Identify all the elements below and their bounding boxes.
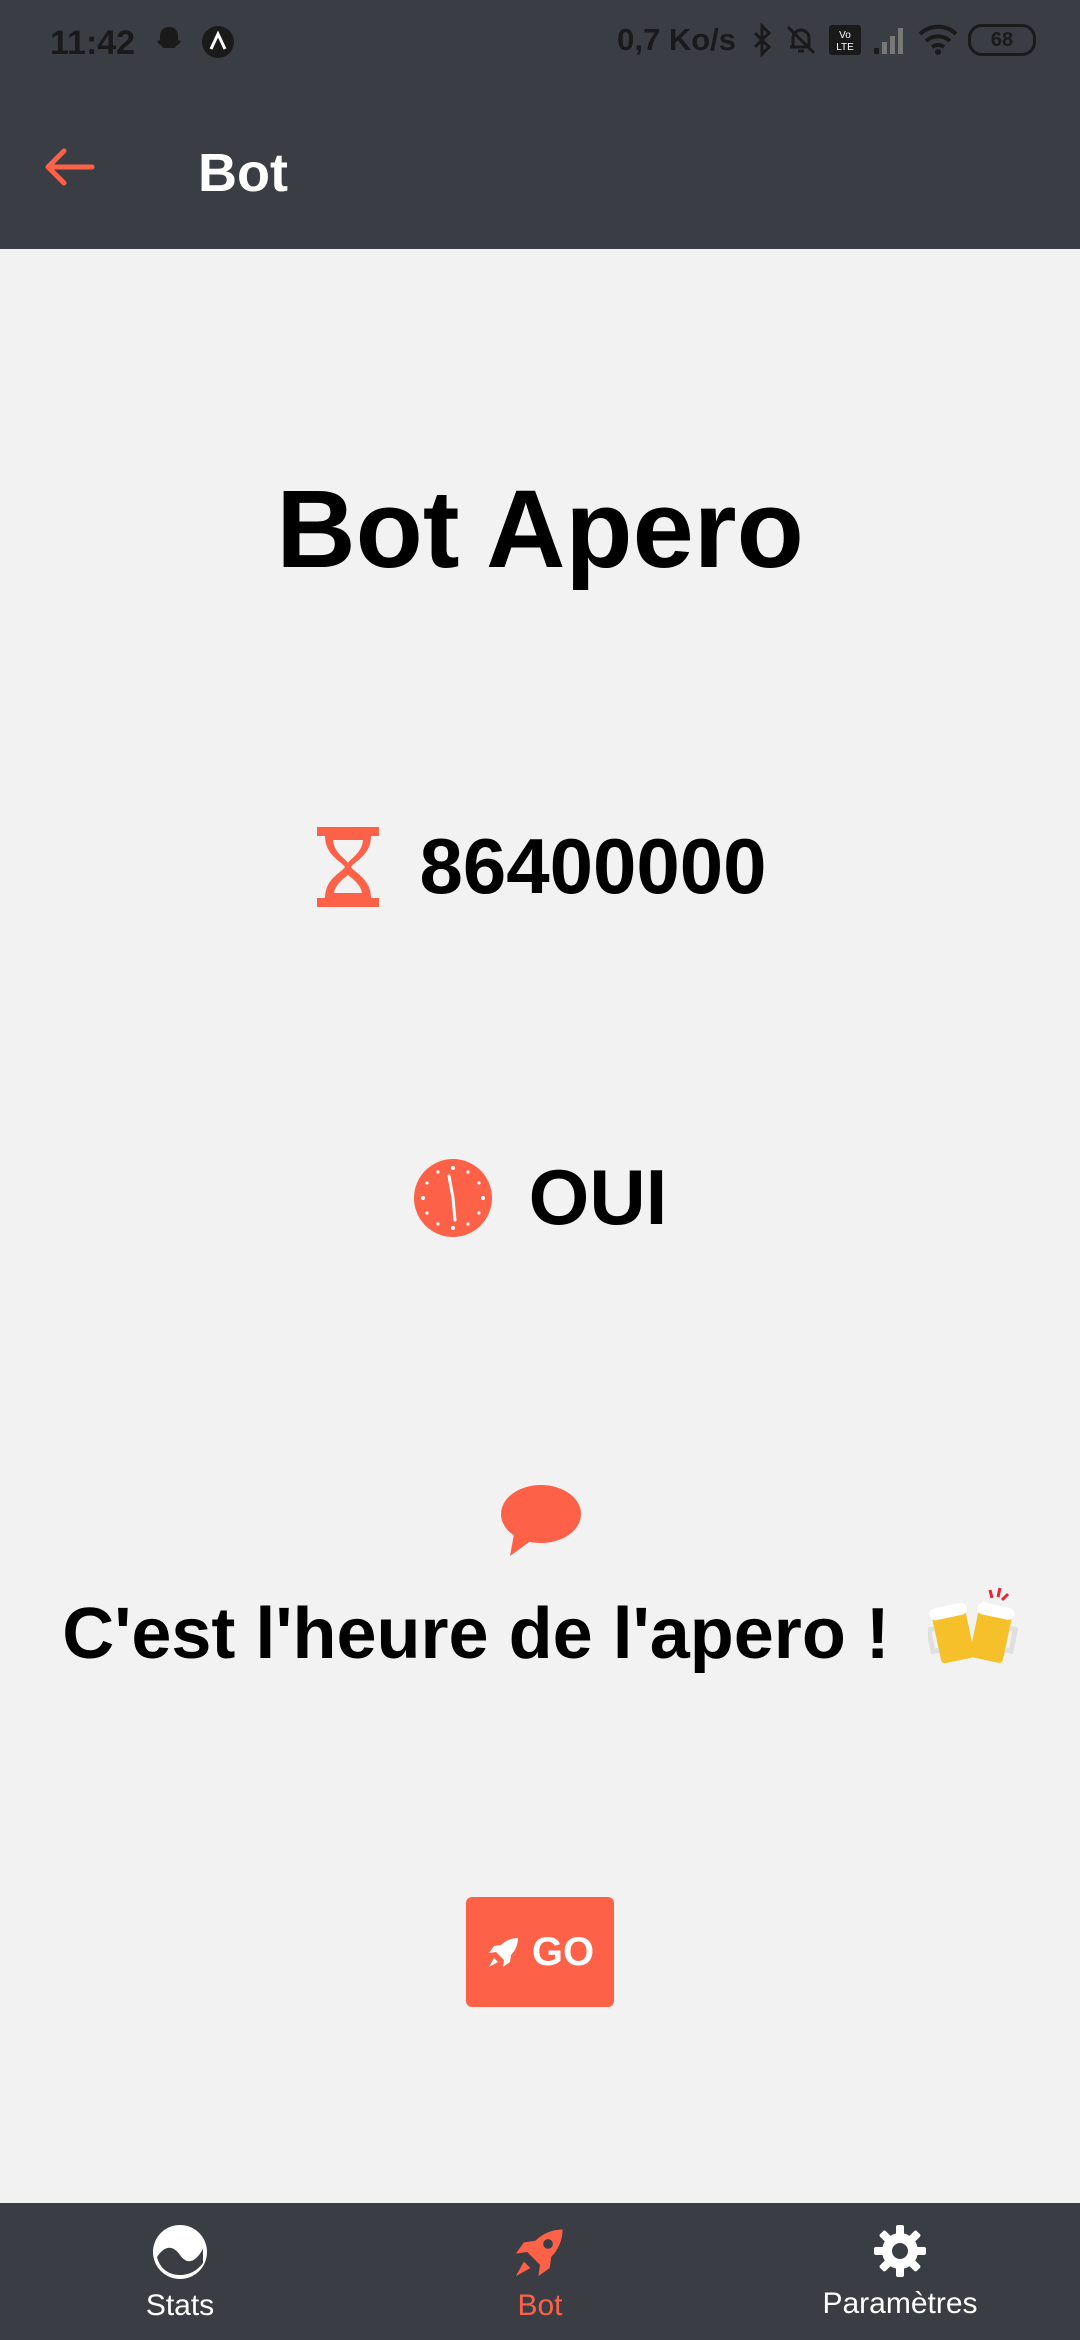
page-title: Bot Apero [276,468,804,591]
svg-text:Vo: Vo [839,30,851,41]
rocket-icon [515,2229,563,2277]
nav-label-stats: Stats [145,2289,215,2322]
muted-bell-icon [786,25,816,55]
status-row: OUI [0,1152,1080,1243]
nav-label-bot: Bot [517,2289,563,2322]
back-button[interactable] [40,142,100,192]
timer-value: 86400000 [419,822,767,910]
beer-mugs-icon [927,1587,1018,1664]
nav-label-parametres: Paramètres [822,2287,978,2320]
volte-icon: Vo LTE [829,25,861,55]
app-bar-title: Bot [198,143,288,203]
nav-item-parametres[interactable]: Paramètres [720,2203,1080,2340]
status-bar: 11:42 0,7 Ko/s Vo LTE 68 [0,0,1080,90]
signal-icon [874,28,903,54]
main-content: Bot Apero 86400000 OUI C'est l'heure de … [0,249,1080,2203]
hourglass-icon [317,826,380,907]
bluetooth-icon [753,23,772,57]
message-text: C'est l'heure de l'apero ! [0,1584,1080,1675]
go-button[interactable]: GO [466,1897,614,2007]
svg-text:LTE: LTE [836,42,854,53]
rocket-icon [488,1938,518,1967]
message-label: C'est l'heure de l'apero ! [62,1594,890,1674]
status-time: 11:42 [50,24,136,62]
wifi-icon [918,24,958,55]
snapchat-icon [157,27,181,48]
status-right: 0,7 Ko/s Vo LTE 68 [617,22,1036,58]
app-bar: Bot [0,90,1080,249]
status-left-icons [152,24,236,60]
chat-bubble-icon [501,1485,581,1556]
battery-indicator: 68 [968,24,1036,56]
nav-item-bot[interactable]: Bot [360,2203,720,2340]
status-value: OUI [528,1153,668,1241]
header: 11:42 0,7 Ko/s Vo LTE 68 Bot [0,0,1080,249]
bottom-nav: Stats Bot Paramètres [0,2203,1080,2340]
clock-icon [413,1158,492,1237]
timer-row: 86400000 [0,821,1080,912]
back-arrow-icon [45,148,95,186]
gear-icon [874,2225,926,2277]
network-speed: 0,7 Ko/s [617,22,736,57]
app-notification-icon [202,26,234,58]
go-button-label: GO [531,1929,595,1974]
nav-item-stats[interactable]: Stats [0,2203,360,2340]
stats-icon [153,2225,207,2279]
